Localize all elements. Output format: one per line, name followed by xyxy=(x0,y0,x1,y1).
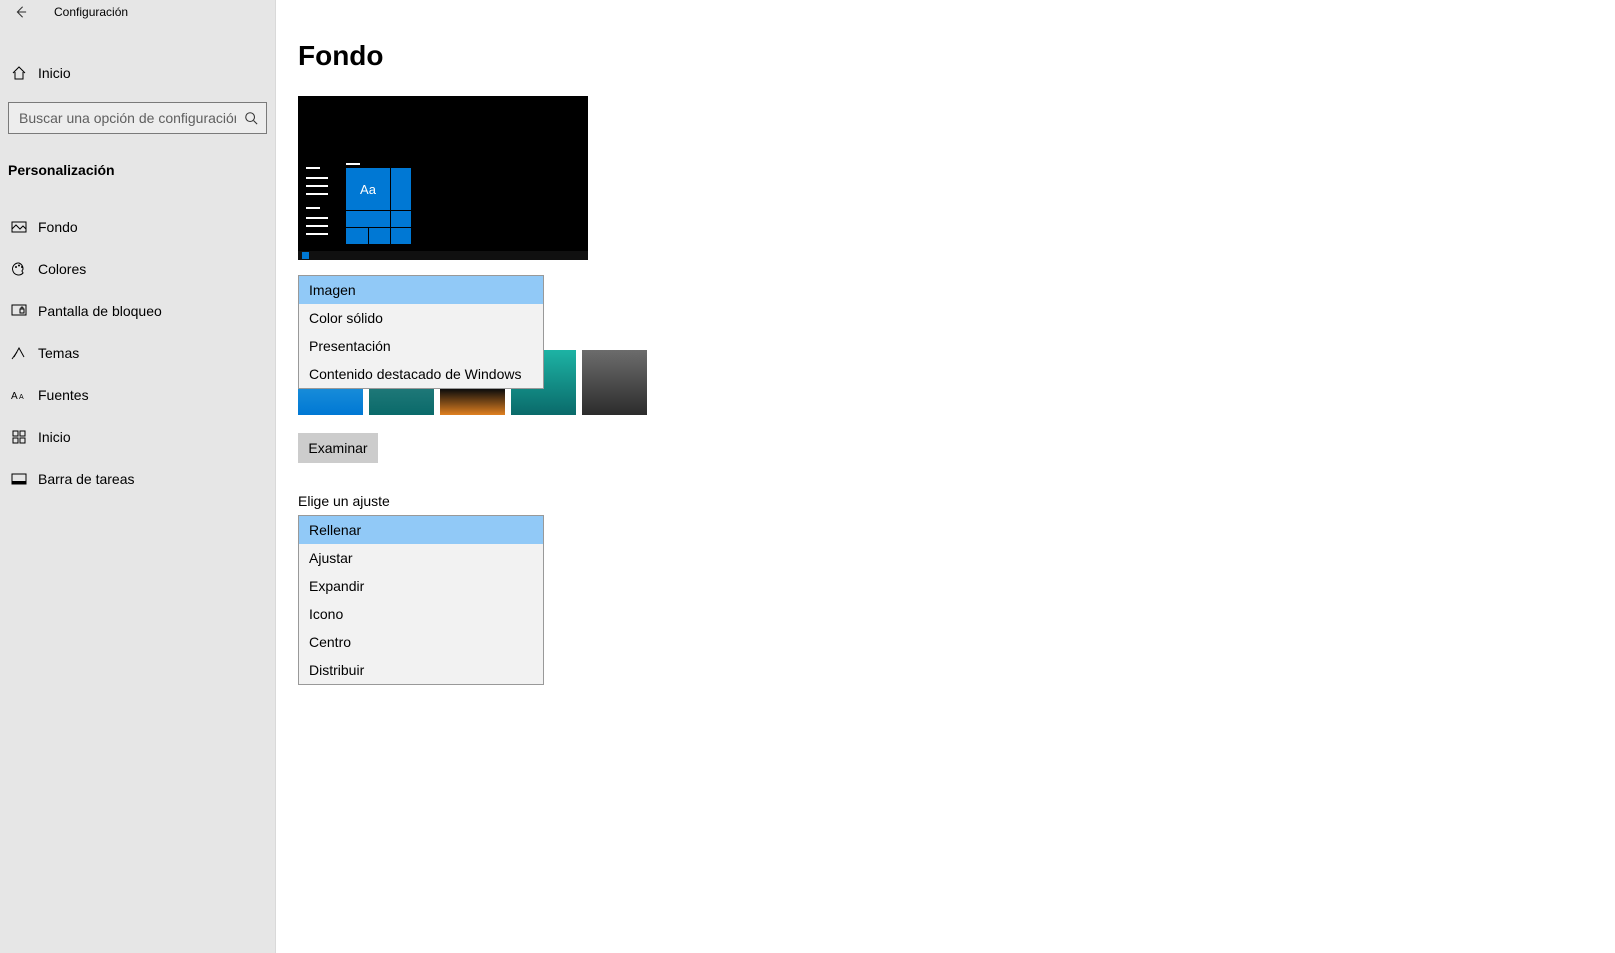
preview-app-list xyxy=(302,159,346,251)
nav-item-temas[interactable]: Temas xyxy=(0,332,275,374)
fit-option-distribuir[interactable]: Distribuir xyxy=(299,656,543,684)
nav-item-inicio[interactable]: Inicio xyxy=(0,416,275,458)
image-icon xyxy=(10,218,28,236)
fit-option-expandir[interactable]: Expandir xyxy=(299,572,543,600)
lock-screen-icon xyxy=(10,302,28,320)
fit-option-ajustar[interactable]: Ajustar xyxy=(299,544,543,572)
fit-dropdown[interactable]: Rellenar Ajustar Expandir Icono Centro D… xyxy=(298,515,544,685)
bg-option-presentacion[interactable]: Presentación xyxy=(299,332,543,360)
page-title: Fondo xyxy=(298,40,1615,72)
preview-start-menu: Aa xyxy=(302,159,434,251)
image-thumb[interactable] xyxy=(582,350,647,415)
nav-item-colores[interactable]: Colores xyxy=(0,248,275,290)
nav-label: Temas xyxy=(38,345,79,361)
taskbar-icon xyxy=(10,470,28,488)
desktop-preview: Aa xyxy=(298,96,588,260)
home-label: Inicio xyxy=(38,65,71,81)
nav-item-fondo[interactable]: Fondo xyxy=(0,206,275,248)
bg-dropdown[interactable]: Imagen Color sólido Presentación Conteni… xyxy=(298,275,544,389)
nav-label: Colores xyxy=(38,261,86,277)
preview-tiles: Aa xyxy=(346,159,411,251)
nav-label: Inicio xyxy=(38,429,71,445)
svg-text:A: A xyxy=(11,391,18,402)
search-input[interactable] xyxy=(19,110,236,126)
nav-item-barra-tareas[interactable]: Barra de tareas xyxy=(0,458,275,500)
back-button[interactable] xyxy=(10,2,30,22)
palette-icon xyxy=(10,260,28,278)
preview-tile-large: Aa xyxy=(346,168,390,210)
nav-label: Pantalla de bloqueo xyxy=(38,303,162,319)
fit-label: Elige un ajuste xyxy=(298,493,1615,509)
search-box[interactable] xyxy=(8,102,267,134)
sidebar: Configuración Inicio Personalización Fon… xyxy=(0,0,276,953)
home-link[interactable]: Inicio xyxy=(0,54,275,92)
bg-option-imagen[interactable]: Imagen xyxy=(299,276,543,304)
search-wrap xyxy=(0,92,275,134)
sidebar-header: Configuración xyxy=(0,0,275,24)
search-icon xyxy=(244,111,258,125)
nav-item-fuentes[interactable]: AA Fuentes xyxy=(0,374,275,416)
bg-option-color-solido[interactable]: Color sólido xyxy=(299,304,543,332)
preview-taskbar xyxy=(298,251,588,260)
fit-option-icono[interactable]: Icono xyxy=(299,600,543,628)
home-icon xyxy=(10,64,28,82)
nav-list: Fondo Colores Pantalla de bloqueo Temas … xyxy=(0,206,275,500)
category-label: Personalización xyxy=(0,162,275,178)
start-icon xyxy=(10,428,28,446)
arrow-left-icon xyxy=(13,5,27,19)
nav-label: Fuentes xyxy=(38,387,89,403)
main-content: Fondo Aa Fondo xyxy=(276,0,1615,953)
svg-text:A: A xyxy=(19,394,24,401)
themes-icon xyxy=(10,344,28,362)
nav-label: Barra de tareas xyxy=(38,471,135,487)
app-title: Configuración xyxy=(54,5,128,19)
bg-option-contenido-destacado[interactable]: Contenido destacado de Windows xyxy=(299,360,543,388)
fit-option-rellenar[interactable]: Rellenar xyxy=(299,516,543,544)
nav-item-pantalla-bloqueo[interactable]: Pantalla de bloqueo xyxy=(0,290,275,332)
fit-option-centro[interactable]: Centro xyxy=(299,628,543,656)
browse-button[interactable]: Examinar xyxy=(298,433,378,463)
nav-label: Fondo xyxy=(38,219,78,235)
fonts-icon: AA xyxy=(10,386,28,404)
